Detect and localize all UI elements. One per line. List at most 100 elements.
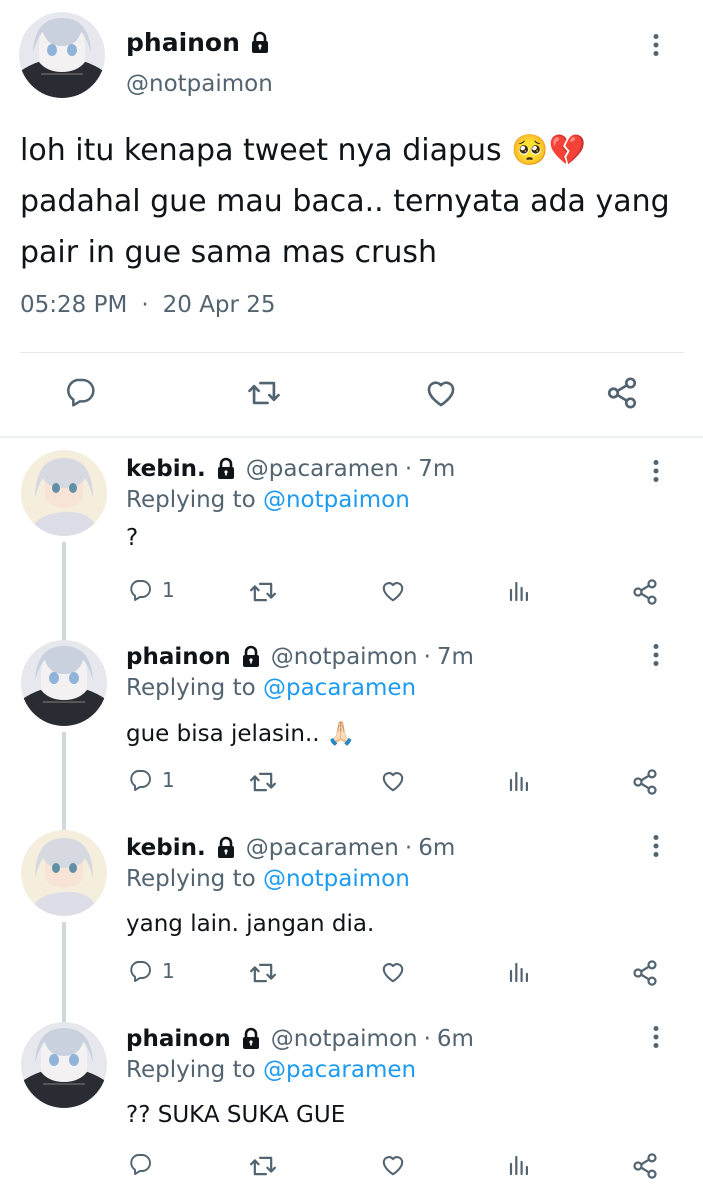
like-icon[interactable] <box>380 1152 406 1178</box>
analytics-icon[interactable] <box>507 959 531 985</box>
like-icon[interactable] <box>424 376 458 410</box>
reply-count: 1 <box>162 768 175 792</box>
share-icon[interactable] <box>631 578 659 606</box>
reply-tweet[interactable]: kebin. @pacaramen · 7m Replying to @notpai… <box>0 450 703 654</box>
reply-text: gue bisa jelasin.. 🙏🏻 <box>126 721 356 747</box>
replying-to-link[interactable]: @pacaramen <box>263 1057 416 1083</box>
tweet-meta: 05:28 PM · 20 Apr 25 <box>20 290 276 320</box>
meta-separator: · <box>141 292 149 318</box>
retweet-icon[interactable] <box>247 376 281 410</box>
tweet-line: loh itu kenapa tweet nya diapus <box>20 133 502 168</box>
reply-time[interactable]: 6m <box>437 1024 474 1054</box>
share-icon[interactable] <box>631 959 659 987</box>
share-icon[interactable] <box>605 376 639 410</box>
tweet-emoji: 🥺💔 <box>511 133 586 168</box>
reply-time[interactable]: 7m <box>418 454 455 484</box>
author-handle[interactable]: @notpaimon <box>271 642 418 672</box>
avatar[interactable] <box>21 450 107 536</box>
tweet-date[interactable]: 20 Apr 25 <box>163 292 276 318</box>
share-icon[interactable] <box>631 768 659 796</box>
divider <box>20 352 684 353</box>
reply-time[interactable]: 6m <box>418 833 455 863</box>
header-dot: · <box>423 1026 431 1052</box>
lock-icon <box>214 457 238 481</box>
action-bar: 1 <box>0 768 703 808</box>
action-bar <box>0 1152 703 1192</box>
reply-header: kebin. @pacaramen · 7m <box>126 454 455 484</box>
header-dot: · <box>423 644 431 670</box>
author-handle[interactable]: @notpaimon <box>271 1024 418 1054</box>
section-divider <box>0 436 703 438</box>
avatar[interactable] <box>21 640 107 726</box>
lock-icon <box>214 836 238 860</box>
reply-header: kebin. @pacaramen · 6m <box>126 833 455 863</box>
avatar[interactable] <box>19 12 105 98</box>
reply-text: ? <box>126 525 139 551</box>
reply-icon[interactable] <box>128 959 152 983</box>
header-dot: · <box>404 835 413 861</box>
reply-action[interactable]: 1 <box>128 768 175 792</box>
like-icon[interactable] <box>380 578 406 604</box>
reply-icon[interactable] <box>128 1152 152 1176</box>
reply-text: yang lain. jangan dia. <box>126 911 375 937</box>
replying-to-link[interactable]: @notpaimon <box>263 487 410 513</box>
replying-to: Replying to @pacaramen <box>126 1055 416 1085</box>
reply-time[interactable]: 7m <box>437 642 474 672</box>
author-name[interactable]: phainon <box>126 1024 231 1054</box>
reply-tweet[interactable]: phainon @notpaimon · 7m Replying to @pacar… <box>0 640 703 832</box>
main-tweet: phainon @notpaimon loh itu kenapa tweet … <box>0 0 703 436</box>
share-icon[interactable] <box>631 1152 659 1180</box>
more-icon[interactable] <box>652 1024 660 1050</box>
header-dot: · <box>404 456 413 482</box>
tweet-line: padahal gue mau baca.. ternyata ada yang <box>20 184 670 219</box>
author-handle[interactable]: @pacaramen <box>246 454 399 484</box>
reply-icon[interactable] <box>128 768 152 792</box>
author-name[interactable]: kebin. <box>126 454 206 484</box>
tweet-text: loh itu kenapa tweet nya diapus 🥺💔 padah… <box>20 125 680 278</box>
retweet-icon[interactable] <box>249 959 277 987</box>
replying-to-link[interactable]: @pacaramen <box>263 675 416 701</box>
author-name[interactable]: phainon <box>126 28 240 58</box>
lock-icon <box>239 1027 263 1051</box>
analytics-icon[interactable] <box>507 768 531 794</box>
replying-to: Replying to @notpaimon <box>126 864 410 894</box>
replying-to-link[interactable]: @notpaimon <box>263 866 410 892</box>
author-name-row[interactable]: phainon <box>126 28 272 58</box>
reply-text: ?? SUKA SUKA GUE <box>126 1102 346 1128</box>
reply-icon[interactable] <box>64 376 96 408</box>
replying-prefix: Replying to <box>126 866 256 892</box>
retweet-icon[interactable] <box>249 578 277 606</box>
like-icon[interactable] <box>380 768 406 794</box>
like-icon[interactable] <box>380 959 406 985</box>
retweet-icon[interactable] <box>249 1152 277 1180</box>
replying-to: Replying to @notpaimon <box>126 485 410 515</box>
lock-icon <box>248 31 272 55</box>
author-name[interactable]: phainon <box>126 642 231 672</box>
retweet-icon[interactable] <box>249 768 277 796</box>
tweet-line: pair in gue sama mas crush <box>20 235 437 270</box>
analytics-icon[interactable] <box>507 578 531 604</box>
author-handle[interactable]: @pacaramen <box>246 833 399 863</box>
action-bar: 1 <box>0 959 703 999</box>
more-icon[interactable] <box>652 642 660 668</box>
reply-icon[interactable] <box>128 578 152 602</box>
reply-tweet[interactable]: kebin. @pacaramen · 6m Replying to @notpai… <box>0 830 703 1024</box>
author-name[interactable]: kebin. <box>126 833 206 863</box>
reply-action[interactable]: 1 <box>128 959 175 983</box>
analytics-icon[interactable] <box>507 1152 531 1178</box>
tweet-time[interactable]: 05:28 PM <box>20 292 127 318</box>
reply-action[interactable]: 1 <box>128 578 175 602</box>
more-icon[interactable] <box>652 458 660 484</box>
reply-tweet[interactable]: phainon @notpaimon · 6m Replying to @pacar… <box>0 1022 703 1200</box>
more-icon[interactable] <box>652 32 660 58</box>
avatar[interactable] <box>21 1022 107 1108</box>
author-handle[interactable]: @notpaimon <box>126 70 273 98</box>
avatar[interactable] <box>21 830 107 916</box>
replying-prefix: Replying to <box>126 487 256 513</box>
replying-prefix: Replying to <box>126 1057 256 1083</box>
reply-count: 1 <box>162 578 175 602</box>
more-icon[interactable] <box>652 833 660 859</box>
reply-count: 1 <box>162 959 175 983</box>
action-bar: 1 <box>0 578 703 618</box>
lock-icon <box>239 645 263 669</box>
